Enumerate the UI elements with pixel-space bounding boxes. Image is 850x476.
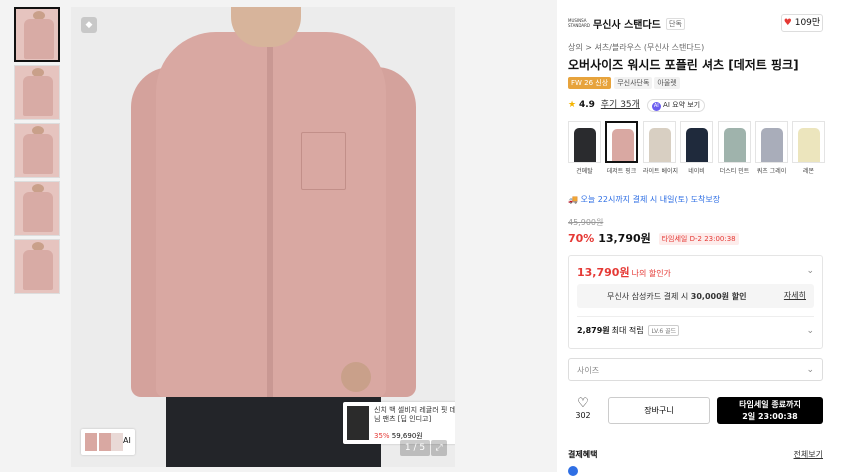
card-text-prefix: 무신사 삼성카드 결제 시 — [607, 292, 689, 301]
original-price: 45,900원 — [568, 218, 604, 227]
buy-countdown: 2일 23:00:38 — [742, 412, 798, 421]
thumbnail[interactable] — [14, 65, 60, 120]
brand-logo[interactable]: MUSINSA STANDARD — [568, 18, 590, 28]
my-price-label: 나의 할인가 — [631, 269, 671, 278]
rating-row: ★ 4.9 후기 35개 AI AI 요약 보기 — [568, 97, 706, 112]
buy-button[interactable]: 타임세일 종료까지 2일 23:00:38 — [717, 397, 823, 424]
points-label: 최대 적립 — [611, 326, 644, 335]
shipping-text: 오늘 22시까지 결제 시 내일(토) 도착보장 — [580, 195, 721, 204]
exclusive-tag: 무신사단독 — [614, 77, 653, 89]
card-discount-box: 무신사 삼성카드 결제 시 30,000원 할인 자세히 — [577, 284, 814, 308]
like-button[interactable]: ♡ 302 — [568, 396, 598, 421]
ai-model-thumb — [99, 433, 111, 451]
benefit-box: 13,790원 나의 할인가 ⌄ 무신사 삼성카드 결제 시 30,000원 할인… — [568, 255, 823, 349]
card-text-amount: 30,000원 할인 — [690, 292, 747, 301]
color-option[interactable]: 네이비 — [680, 121, 713, 175]
color-option[interactable]: 레몬 — [792, 121, 825, 175]
view-all-link[interactable]: 전체보기 — [794, 449, 823, 460]
ai-summary-label: AI 요약 보기 — [663, 101, 701, 109]
brand-row: MUSINSA STANDARD 무신사 스탠다드 단독 ♥ 109만 — [568, 14, 825, 32]
ai-icon: AI — [651, 102, 661, 111]
brand-name[interactable]: 무신사 스탠다드 — [593, 16, 661, 31]
thumbnail[interactable] — [14, 123, 60, 178]
color-option[interactable]: 라이트 베이지 — [643, 121, 679, 175]
color-option[interactable]: 더스티 민트 — [718, 121, 751, 175]
tagged-product-sale-price: 59,690원 — [391, 432, 423, 440]
main-product-image[interactable]: ◆ 신치 백 셀비지 레귤러 핏 데님 팬츠 [딥 인디고] 35% 59,69… — [71, 7, 455, 467]
like-count: 302 — [575, 411, 591, 420]
level-badge: LV.6 골드 — [648, 325, 680, 336]
card-detail-link[interactable]: 자세히 — [784, 290, 806, 301]
chevron-down-icon[interactable]: ⌄ — [806, 266, 814, 276]
color-label: 건메탈 — [576, 168, 593, 175]
payment-icon — [568, 466, 578, 476]
expand-icon[interactable]: ⤢ — [431, 440, 447, 456]
color-label: 라이트 베이지 — [643, 168, 679, 175]
color-label: 쿼츠 그레이 — [756, 168, 787, 175]
payment-title: 결제혜택 — [568, 450, 598, 459]
divider — [577, 316, 814, 317]
payment-benefits-row: 결제혜택 전체보기 — [568, 449, 823, 460]
shirt-pocket — [301, 132, 346, 190]
color-options: 건메탈 데저트 핑크 라이트 베이지 네이비 더스티 민트 쿼츠 그레이 레몬 — [568, 121, 825, 176]
thumbnail-list — [14, 7, 62, 297]
image-pager: 1 / 5 — [400, 440, 430, 456]
model-hand — [341, 362, 371, 392]
tagged-product-name: 신치 백 셀비지 레귤러 핏 데님 팬츠 [딥 인디고] — [374, 406, 455, 423]
ai-summary-button[interactable]: AI AI 요약 보기 — [646, 99, 706, 112]
color-label: 더스티 민트 — [719, 168, 750, 175]
ai-model-thumb — [85, 433, 97, 451]
brand-like-button[interactable]: ♥ 109만 — [781, 14, 823, 32]
ai-fitting-thumbnail[interactable]: AI — [81, 429, 135, 455]
shirt-placket — [267, 47, 273, 397]
truck-icon: 🚚 — [568, 195, 578, 204]
my-price-value: 13,790원 — [577, 266, 630, 279]
tagged-product-discount: 35% — [374, 432, 390, 440]
heart-outline-icon: ♡ — [577, 396, 589, 411]
tagged-product-card[interactable]: 신치 백 셀비지 레귤러 핏 데님 팬츠 [딥 인디고] 35% 59,690원 — [343, 402, 455, 444]
points-value: 2,879원 — [577, 326, 610, 335]
thumbnail[interactable] — [14, 181, 60, 236]
cart-button[interactable]: 장바구니 — [608, 397, 710, 424]
brand-like-count: 109만 — [794, 18, 821, 28]
rating-score: 4.9 — [578, 100, 595, 110]
buy-label: 타임세일 종료까지 — [739, 400, 801, 409]
size-placeholder: 사이즈 — [577, 366, 600, 375]
tagged-product-image — [347, 406, 369, 440]
color-label: 레몬 — [802, 168, 815, 175]
tag-icon[interactable]: ◆ — [81, 17, 97, 33]
card-discount-text: 무신사 삼성카드 결제 시 30,000원 할인 — [607, 291, 747, 302]
thumbnail[interactable] — [14, 7, 60, 62]
chevron-down-icon[interactable]: ⌄ — [806, 326, 814, 336]
price-row: 70% 13,790원 타임세일 D-2 23:00:38 — [568, 230, 739, 246]
star-icon: ★ — [568, 100, 577, 110]
color-option[interactable]: 쿼츠 그레이 — [755, 121, 788, 175]
outlet-tag: 아울렛 — [654, 77, 680, 89]
timesale-badge: 타임세일 D-2 23:00:38 — [658, 233, 739, 245]
exclusive-chip: 단독 — [666, 18, 685, 30]
shipping-info[interactable]: 🚚 오늘 22시까지 결제 시 내일(토) 도착보장 — [568, 194, 720, 205]
ai-label: AI — [123, 436, 131, 445]
color-label: 데저트 핑크 — [606, 168, 637, 175]
my-price[interactable]: 13,790원 나의 할인가 — [577, 264, 671, 280]
chevron-down-icon: ⌄ — [806, 365, 814, 375]
points-row[interactable]: 2,879원 최대 적립 LV.6 골드 — [577, 325, 680, 336]
heart-icon: ♥ — [783, 18, 792, 28]
color-label: 네이비 — [688, 168, 705, 175]
review-link[interactable]: 후기 35개 — [601, 100, 640, 110]
product-tags: FW 26 신상 무신사단독 아울렛 — [568, 77, 682, 89]
season-tag: FW 26 신상 — [568, 77, 612, 89]
color-option[interactable]: 데저트 핑크 — [605, 121, 638, 175]
breadcrumb[interactable]: 상의 > 셔츠/블라우스 (무신사 스탠다드) — [568, 42, 704, 53]
size-select[interactable]: 사이즈 ⌄ — [568, 358, 823, 381]
sale-price: 13,790원 — [598, 232, 651, 245]
thumbnail[interactable] — [14, 239, 60, 294]
color-option[interactable]: 건메탈 — [568, 121, 601, 175]
product-title: 오버사이즈 워시드 포플린 셔츠 [데저트 핑크] — [568, 58, 799, 72]
ai-model-thumb — [111, 433, 123, 451]
discount-rate: 70% — [568, 232, 595, 245]
